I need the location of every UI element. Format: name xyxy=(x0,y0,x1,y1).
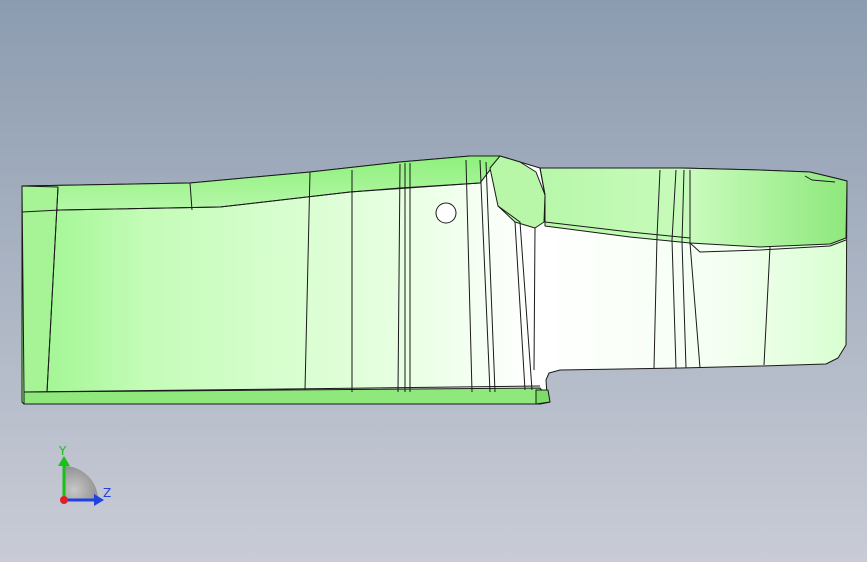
mounting-hole[interactable] xyxy=(435,202,457,224)
x-axis-dot xyxy=(60,496,68,504)
model-canvas[interactable]: Y Z xyxy=(0,0,867,562)
cad-viewport[interactable]: Y Z xyxy=(0,0,867,562)
z-axis-label: Z xyxy=(103,486,111,500)
bottom-tab xyxy=(535,389,551,405)
sheet-metal-part[interactable] xyxy=(21,155,848,405)
y-axis-label: Y xyxy=(58,444,67,458)
